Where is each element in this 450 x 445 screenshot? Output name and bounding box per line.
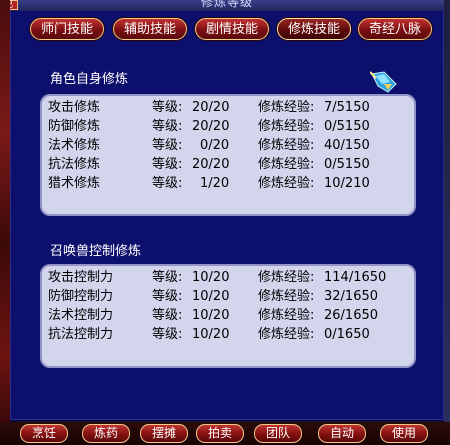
table-row[interactable]: 防御控制力 等级: 10/20 修炼经验: 32/1650: [42, 288, 414, 306]
level-label: 等级:: [152, 100, 183, 115]
level-value: 10/20: [192, 308, 230, 323]
level-label: 等级:: [152, 119, 183, 134]
level-value: 20/20: [192, 157, 230, 172]
tab-meridians[interactable]: 奇经八脉: [358, 18, 432, 40]
skill-tabs: 师门技能 辅助技能 剧情技能 修炼技能 奇经八脉: [10, 18, 444, 42]
cultivation-name: 猎术修炼: [48, 176, 101, 191]
exp-label: 修炼经验:: [258, 138, 315, 153]
pet-cultivation-panel: 攻击控制力 等级: 10/20 修炼经验: 114/1650 防御控制力 等级:…: [40, 264, 416, 368]
exp-label: 修炼经验:: [258, 270, 315, 285]
cultivation-name: 防御修炼: [48, 119, 101, 134]
exp-label: 修炼经验:: [258, 119, 315, 134]
tab-school-skills[interactable]: 师门技能: [30, 18, 104, 40]
use-button[interactable]: 使用: [380, 424, 428, 443]
table-row[interactable]: 抗法修炼 等级: 20/20 修炼经验: 0/5150: [42, 156, 414, 174]
level-value: 20/20: [192, 119, 230, 134]
cultivation-name: 法术控制力: [48, 308, 114, 323]
team-button[interactable]: 团队: [254, 424, 302, 443]
cultivation-name: 法术修炼: [48, 138, 101, 153]
table-row[interactable]: 法术修炼 等级: 0/20 修炼经验: 40/150: [42, 137, 414, 155]
exp-value: 0/5150: [324, 157, 370, 172]
cultivation-name: 抗法修炼: [48, 157, 101, 172]
table-row[interactable]: 猎术修炼 等级: 1/20 修炼经验: 10/210: [42, 175, 414, 193]
tab-story-skills[interactable]: 剧情技能: [195, 18, 269, 40]
level-label: 等级:: [152, 270, 183, 285]
cultivation-window: 己 修炼等级 师门技能 辅助技能 剧情技能 修炼技能 奇经八脉 角色自身修炼 攻…: [10, 0, 444, 420]
exp-value: 7/5150: [324, 100, 370, 115]
cultivation-name: 抗法控制力: [48, 327, 114, 342]
exp-value: 32/1650: [324, 289, 379, 304]
exp-value: 114/1650: [324, 270, 387, 285]
auction-button[interactable]: 拍卖: [196, 424, 244, 443]
auto-button[interactable]: 自动: [318, 424, 366, 443]
scene-background-right: [444, 0, 450, 445]
level-label: 等级:: [152, 327, 183, 342]
game-scene: 己 修炼等级 师门技能 辅助技能 剧情技能 修炼技能 奇经八脉 角色自身修炼 攻…: [0, 0, 450, 445]
exp-value: 0/5150: [324, 119, 370, 134]
exp-label: 修炼经验:: [258, 289, 315, 304]
cooking-button[interactable]: 烹饪: [20, 424, 68, 443]
level-value: 20/20: [192, 100, 230, 115]
level-value: 10/20: [192, 289, 230, 304]
table-row[interactable]: 防御修炼 等级: 20/20 修炼经验: 0/5150: [42, 118, 414, 136]
level-value: 1/20: [200, 176, 230, 191]
tab-cultivation-skills[interactable]: 修炼技能: [277, 18, 351, 40]
exp-label: 修炼经验:: [258, 327, 315, 342]
tab-support-skills[interactable]: 辅助技能: [113, 18, 187, 40]
bottom-action-bar: 烹饪 炼药 摆摊 拍卖 团队 自动 使用: [0, 422, 450, 445]
stall-button[interactable]: 摆摊: [140, 424, 188, 443]
level-label: 等级:: [152, 176, 183, 191]
exp-label: 修炼经验:: [258, 176, 315, 191]
window-titlebar[interactable]: 己 修炼等级: [10, 0, 444, 11]
level-value: 10/20: [192, 327, 230, 342]
level-value: 10/20: [192, 270, 230, 285]
cultivation-name: 防御控制力: [48, 289, 114, 304]
exp-label: 修炼经验:: [258, 157, 315, 172]
table-row[interactable]: 攻击控制力 等级: 10/20 修炼经验: 114/1650: [42, 269, 414, 287]
level-label: 等级:: [152, 157, 183, 172]
exp-label: 修炼经验:: [258, 308, 315, 323]
level-label: 等级:: [152, 308, 183, 323]
exp-value: 0/1650: [324, 327, 370, 342]
table-row[interactable]: 攻击修炼 等级: 20/20 修炼经验: 7/5150: [42, 99, 414, 117]
cultivation-name: 攻击修炼: [48, 100, 101, 115]
level-label: 等级:: [152, 289, 183, 304]
exp-value: 40/150: [324, 138, 370, 153]
blue-crystal-icon: [370, 71, 397, 93]
level-label: 等级:: [152, 138, 183, 153]
exp-value: 26/1650: [324, 308, 379, 323]
role-section-title: 角色自身修炼: [50, 72, 129, 87]
level-value: 0/20: [200, 138, 230, 153]
exp-value: 10/210: [324, 176, 370, 191]
window-title: 修炼等级: [200, 0, 253, 9]
table-row[interactable]: 抗法控制力 等级: 10/20 修炼经验: 0/1650: [42, 326, 414, 344]
alchemy-button[interactable]: 炼药: [82, 424, 130, 443]
table-row[interactable]: 法术控制力 等级: 10/20 修炼经验: 26/1650: [42, 307, 414, 325]
exp-label: 修炼经验:: [258, 100, 315, 115]
cultivation-name: 攻击控制力: [48, 270, 114, 285]
scene-background-left: [0, 0, 10, 445]
role-cultivation-panel: 攻击修炼 等级: 20/20 修炼经验: 7/5150 防御修炼 等级: 20/…: [40, 94, 416, 216]
pet-section-title: 召唤兽控制修炼: [50, 244, 142, 259]
